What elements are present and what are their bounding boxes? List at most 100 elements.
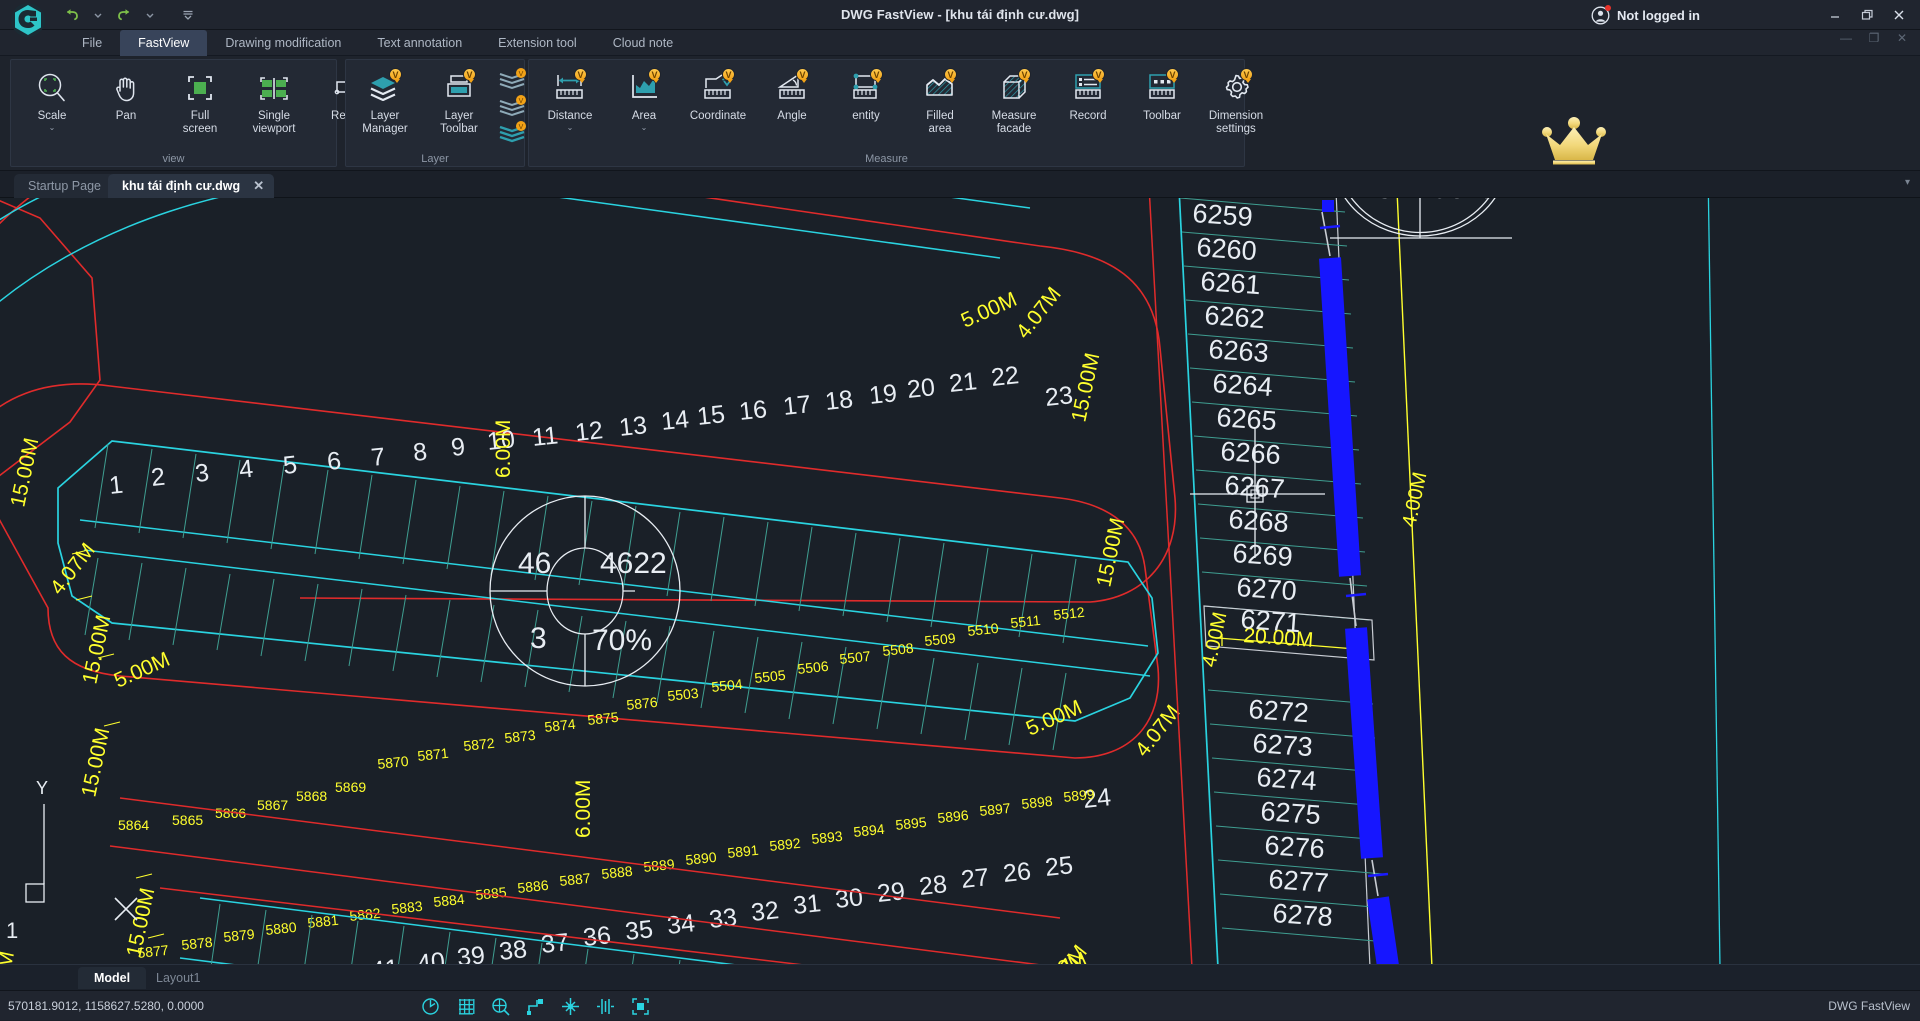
doc-maximize-button[interactable]: ❐	[1864, 31, 1884, 45]
parcel-number: 13	[618, 411, 649, 442]
area-dropdown-caret[interactable]: ⌄	[641, 124, 648, 132]
ortho-icon[interactable]	[525, 996, 546, 1017]
parcel-number: 7	[370, 443, 387, 472]
ribbon-button-single-viewport[interactable]: Single viewport	[237, 64, 311, 144]
tab-startup-page[interactable]: Startup Page	[14, 174, 115, 198]
object-snap-icon[interactable]	[490, 996, 511, 1017]
parcel-code: 5890	[685, 849, 718, 868]
ribbon-button-full-screen[interactable]: Full screen	[163, 64, 237, 144]
tab-model[interactable]: Model	[78, 967, 147, 989]
svg-text:6265: 6265	[1216, 402, 1278, 436]
svg-text:6263: 6263	[1208, 334, 1270, 368]
ribbon-button-entity[interactable]: V entity	[829, 64, 903, 144]
svg-text:15.00M: 15.00M	[77, 726, 114, 799]
right-strip-block: 20.00M 4.00M 4.00M 6259 6260 6261 6262 6…	[1148, 198, 1721, 964]
osnap-point-icon[interactable]	[560, 996, 581, 1017]
polar-tracking-icon[interactable]	[420, 996, 441, 1017]
layer-freeze-button[interactable]: V	[496, 94, 530, 118]
ribbon-button-distance[interactable]: V Distance ⌄	[533, 64, 607, 144]
menu-item-drawing-modification[interactable]: Drawing modification	[207, 30, 359, 56]
parcel-code: 5505	[754, 667, 787, 686]
ribbon-button-measure-facade[interactable]: V Measure facade	[977, 64, 1051, 144]
parcel-code: 5509	[924, 630, 957, 649]
ribbon-button-layer-toolbar[interactable]: V Layer Toolbar	[422, 64, 496, 144]
menu-item-text-annotation[interactable]: Text annotation	[359, 30, 480, 56]
parcel-number: 29	[876, 877, 907, 908]
selection-cycling-icon[interactable]	[630, 996, 651, 1017]
cursor-coordinates: 570181.9012, 1158627.5280, 0.0000	[8, 999, 204, 1013]
magnifier-scale-icon	[33, 69, 71, 107]
maximize-restore-button[interactable]	[1852, 2, 1882, 28]
ribbon-button-area[interactable]: V Area ⌄	[607, 64, 681, 144]
tab-active-drawing[interactable]: khu tái định cư.dwg ✕	[108, 174, 275, 198]
svg-text:6275: 6275	[1260, 796, 1322, 830]
ribbon-label-full-screen: Full screen	[182, 110, 218, 135]
svg-text:4.07M: 4.07M	[46, 539, 100, 599]
cad-drawing-viewport[interactable]: 1 2 3 4 5 6 7 8 9 10 11 12 13 14 15 16 1…	[0, 198, 1920, 964]
parcel-code: 5504	[711, 676, 744, 695]
layer-on-button[interactable]: V	[496, 120, 530, 144]
svg-text:V: V	[519, 98, 524, 105]
scale-dropdown-caret[interactable]: ⌄	[49, 124, 56, 132]
model-layout-tab-bar: Model Layout1	[0, 964, 1920, 990]
minimize-button[interactable]	[1820, 2, 1850, 28]
layer-isolate-button[interactable]: V	[496, 68, 530, 92]
dynamic-ucs-icon[interactable]	[595, 996, 616, 1017]
ribbon-button-pan[interactable]: Pan	[89, 64, 163, 144]
chevron-down-icon[interactable]: ▾	[1905, 177, 1910, 188]
parcel-code: 5896	[937, 807, 970, 826]
dimension-label: 4.00M	[1398, 470, 1431, 529]
parcel-number: 26	[1002, 857, 1033, 888]
tab-active-drawing-label: khu tái định cư.dwg	[122, 179, 241, 193]
close-button[interactable]	[1884, 2, 1914, 28]
parcel-number: 6	[326, 447, 343, 476]
ribbon-button-filled-area[interactable]: V Filled area	[903, 64, 977, 144]
tab-layout1[interactable]: Layout1	[140, 967, 216, 989]
ribbon-button-angle[interactable]: V Angle	[755, 64, 829, 144]
svg-text:Y: Y	[36, 778, 48, 798]
parcel-code: 5894	[853, 821, 886, 840]
menu-item-cloud-note[interactable]: Cloud note	[595, 30, 691, 56]
area-icon: V	[625, 68, 663, 107]
svg-text:6278: 6278	[1272, 898, 1334, 932]
ribbon-label-scale: Scale	[37, 110, 67, 122]
close-icon[interactable]: ✕	[253, 174, 264, 198]
svg-text:6274: 6274	[1256, 762, 1318, 796]
parcel-code: 5506	[797, 658, 830, 677]
vip-badge: V	[1166, 68, 1179, 83]
parcel-number: 14	[660, 405, 691, 436]
center-label-bottom-left: 3	[530, 622, 547, 655]
parcel-number: 15	[696, 400, 727, 431]
doc-minimize-button[interactable]: —	[1836, 31, 1856, 45]
ribbon-button-record[interactable]: V Record	[1051, 64, 1125, 144]
svg-text:6264: 6264	[1212, 368, 1274, 402]
parcel-number: 38	[498, 935, 529, 964]
parcel-code: 5512	[1053, 604, 1086, 623]
account-area[interactable]: Not logged in	[1591, 0, 1700, 30]
svg-text:6.00M: 6.00M	[572, 780, 595, 838]
ribbon-button-coordinate[interactable]: V Coordinate	[681, 64, 755, 144]
grid-icon[interactable]	[455, 996, 476, 1017]
vip-badge: V	[1092, 68, 1105, 83]
brand-label: DWG FastView	[1828, 999, 1910, 1013]
menu-item-extension-tool[interactable]: Extension tool	[480, 30, 595, 56]
ribbon-button-scale[interactable]: Scale ⌄	[15, 64, 89, 144]
parcel-code: 5898	[1021, 793, 1054, 812]
ribbon-label-angle: Angle	[777, 110, 807, 122]
ribbon-button-toolbar[interactable]: V Toolbar	[1125, 64, 1199, 144]
svg-text:6260: 6260	[1196, 232, 1258, 266]
ribbon-label-toolbar: Toolbar	[1143, 110, 1181, 122]
drawing-canvas[interactable]: 1 2 3 4 5 6 7 8 9 10 11 12 13 14 15 16 1…	[0, 198, 1920, 964]
coordinate-icon: V	[699, 68, 737, 107]
parcel-code: 5880	[265, 919, 298, 938]
svg-text:6.00M: 6.00M	[492, 420, 515, 478]
menu-item-file[interactable]: File	[64, 30, 120, 56]
parcel-code: 5899	[1063, 786, 1096, 805]
doc-close-button[interactable]: ✕	[1892, 31, 1912, 45]
menu-item-fastview[interactable]: FastView	[120, 30, 208, 56]
ribbon-button-dimension-settings[interactable]: V Dimension settings	[1199, 64, 1273, 144]
distance-dropdown-caret[interactable]: ⌄	[567, 124, 574, 132]
svg-text:6262: 6262	[1204, 300, 1266, 334]
ribbon-button-layer-manager[interactable]: V Layer Manager	[348, 64, 422, 144]
parcel-code: 5869	[335, 779, 366, 795]
